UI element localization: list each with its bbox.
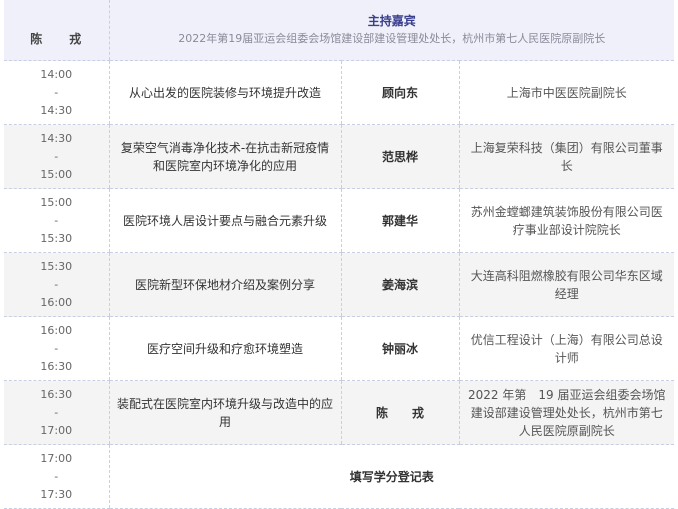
schedule-table: 陈 戎 主持嘉宾 2022年第19届亚运会组委会场馆建设部建设管理处处长，杭州市… xyxy=(4,0,674,509)
speaker-affiliation: 大连高科阻燃橡胶有限公司华东区域经理 xyxy=(458,252,674,317)
chair-label: 主持嘉宾 xyxy=(367,14,416,28)
time-slot: 15:00 - 15:30 xyxy=(4,188,109,253)
time-slot: 16:00 - 16:30 xyxy=(4,316,109,381)
time-end: 17:00 xyxy=(40,423,73,437)
time-separator: - xyxy=(54,469,59,483)
time-separator: - xyxy=(54,405,59,419)
speaker-affiliation: 苏州金螳螂建筑装饰股份有限公司医疗事业部设计院院长 xyxy=(458,188,674,253)
table-row: 16:30 - 17:00 装配式在医院室内环境升级与改造中的应用 陈 戎 20… xyxy=(4,380,674,445)
speaker-name: 钟丽冰 xyxy=(340,316,459,381)
chair-title: 2022年第19届亚运会组委会场馆建设部建设管理处处长，杭州市第七人民医院原副院… xyxy=(178,32,606,45)
speaker-name: 顾向东 xyxy=(340,60,459,125)
table-row: 15:30 - 16:00 医院新型环保地材介绍及案例分享 姜海滨 大连高科阻燃… xyxy=(4,252,674,317)
chair-header-row: 陈 戎 主持嘉宾 2022年第19届亚运会组委会场馆建设部建设管理处处长，杭州市… xyxy=(4,0,674,61)
time-slot: 17:00 - 17:30 xyxy=(4,444,109,509)
time-separator: - xyxy=(54,341,59,355)
time-slot: 16:30 - 17:00 xyxy=(4,380,109,445)
time-start: 16:00 xyxy=(40,323,73,337)
time-separator: - xyxy=(54,85,59,99)
time-start: 15:30 xyxy=(40,259,73,273)
time-start: 15:00 xyxy=(40,195,73,209)
table-row: 15:00 - 15:30 医院环境人居设计要点与融合元素升级 郭建华 苏州金螳… xyxy=(4,188,674,253)
time-end: 16:00 xyxy=(40,295,73,309)
time-start: 14:00 xyxy=(40,67,73,81)
time-end: 15:30 xyxy=(40,231,73,245)
chair-info: 主持嘉宾 2022年第19届亚运会组委会场馆建设部建设管理处处长，杭州市第七人民… xyxy=(108,0,674,61)
talk-topic: 医疗空间升级和疗愈环境塑造 xyxy=(108,316,341,381)
time-slot: 14:00 - 14:30 xyxy=(4,60,109,125)
speaker-affiliation: 优信工程设计（上海）有限公司总设计师 xyxy=(458,316,674,381)
time-end: 16:30 xyxy=(40,359,73,373)
time-start: 17:00 xyxy=(40,451,73,465)
speaker-affiliation: 2022 年第 19 届亚运会组委会场馆建设部建设管理处处长，杭州市第七人民医院… xyxy=(458,380,674,445)
talk-topic: 从心出发的医院装修与环境提升改造 xyxy=(108,60,341,125)
speaker-name: 姜海滨 xyxy=(340,252,459,317)
time-start: 14:30 xyxy=(40,131,73,145)
talk-topic: 装配式在医院室内环境升级与改造中的应用 xyxy=(108,380,341,445)
table-row: 14:30 - 15:00 复荣空气消毒净化技术-在抗击新冠疫情和医院室内环境净… xyxy=(4,124,674,189)
time-slot: 15:30 - 16:00 xyxy=(4,252,109,317)
table-row: 16:00 - 16:30 医疗空间升级和疗愈环境塑造 钟丽冰 优信工程设计（上… xyxy=(4,316,674,381)
time-end: 17:30 xyxy=(40,487,73,501)
credit-registration-label: 填写学分登记表 xyxy=(108,444,674,509)
talk-topic: 医院环境人居设计要点与融合元素升级 xyxy=(108,188,341,253)
table-row: 14:00 - 14:30 从心出发的医院装修与环境提升改造 顾向东 上海市中医… xyxy=(4,60,674,125)
talk-topic: 复荣空气消毒净化技术-在抗击新冠疫情和医院室内环境净化的应用 xyxy=(108,124,341,189)
time-separator: - xyxy=(54,149,59,163)
chair-name: 陈 戎 xyxy=(4,0,109,61)
time-separator: - xyxy=(54,277,59,291)
speaker-name: 范思桦 xyxy=(340,124,459,189)
time-separator: - xyxy=(54,213,59,227)
closing-row: 17:00 - 17:30 填写学分登记表 xyxy=(4,444,674,509)
time-end: 14:30 xyxy=(40,103,73,117)
time-slot: 14:30 - 15:00 xyxy=(4,124,109,189)
speaker-name: 郭建华 xyxy=(340,188,459,253)
speaker-affiliation: 上海复荣科技（集团）有限公司董事长 xyxy=(458,124,674,189)
speaker-affiliation: 上海市中医医院副院长 xyxy=(458,60,674,125)
time-end: 15:00 xyxy=(40,167,73,181)
speaker-name: 陈 戎 xyxy=(340,380,459,445)
talk-topic: 医院新型环保地材介绍及案例分享 xyxy=(108,252,341,317)
time-start: 16:30 xyxy=(40,387,73,401)
